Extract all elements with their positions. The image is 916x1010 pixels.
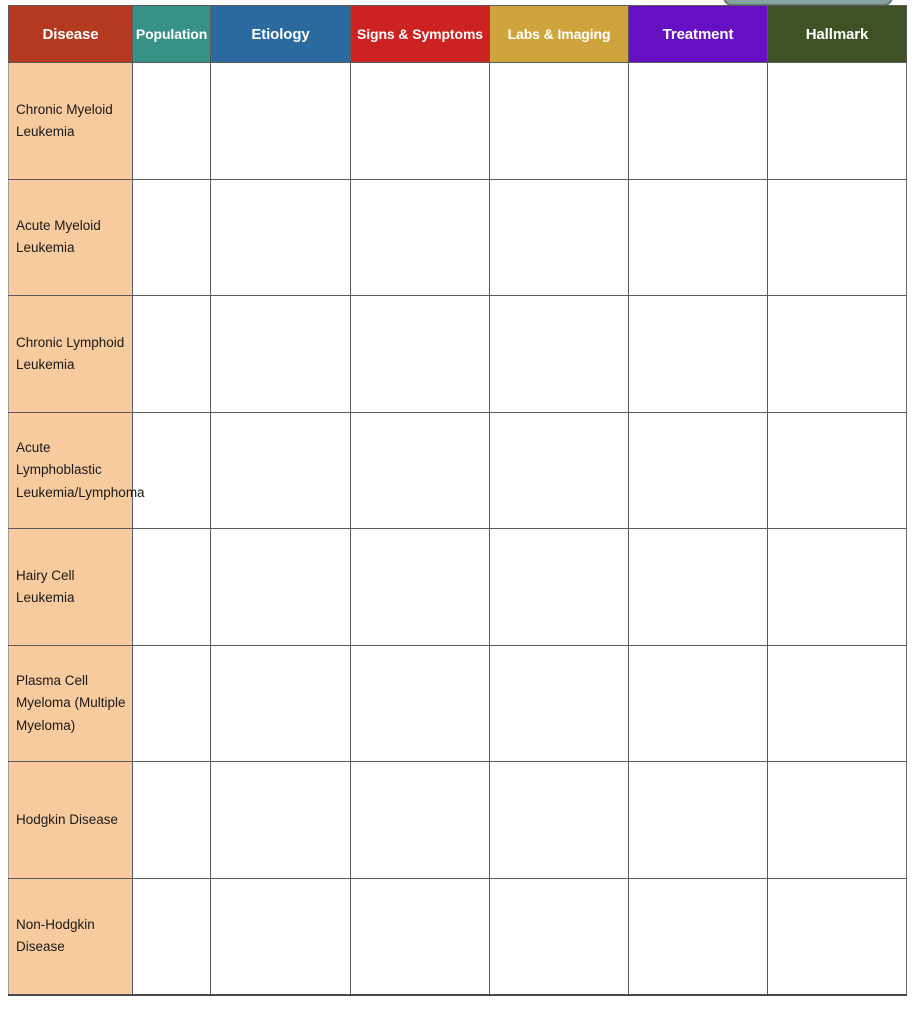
column-header-labs-imaging-label: Labs & Imaging (507, 26, 611, 42)
table-row: Chronic Lymphoid Leukemia (8, 295, 907, 413)
header-row: Disease Population Etiology Signs & Symp… (8, 5, 907, 63)
data-cell-signs_symptoms[interactable] (350, 761, 490, 879)
data-cell-population[interactable] (132, 528, 211, 646)
data-cell-labs_imaging[interactable] (489, 761, 629, 879)
data-cell-signs_symptoms[interactable] (350, 644, 490, 763)
table-header: Disease Population Etiology Signs & Symp… (8, 5, 907, 63)
data-cell-population[interactable] (132, 644, 211, 763)
data-cell-signs_symptoms[interactable] (350, 411, 490, 530)
table-row: Non-Hodgkin Disease (8, 877, 907, 996)
column-header-etiology-label: Etiology (251, 25, 310, 43)
row-label-cell-disease[interactable]: Chronic Lymphoid Leukemia (8, 295, 133, 413)
column-header-population[interactable]: Population (132, 5, 211, 63)
data-cell-treatment[interactable] (628, 528, 768, 646)
row-label-cell-disease[interactable]: Hairy Cell Leukemia (8, 528, 133, 646)
data-cell-etiology[interactable] (210, 411, 351, 530)
column-header-hallmark-label: Hallmark (805, 25, 869, 43)
row-label-cell-disease[interactable]: Chronic Myeloid Leukemia (8, 62, 133, 180)
data-cell-etiology[interactable] (210, 644, 351, 763)
row-label-cell-disease[interactable]: Non-Hodgkin Disease (8, 877, 133, 996)
data-cell-population[interactable] (132, 761, 211, 879)
data-cell-etiology[interactable] (210, 295, 351, 413)
table-row: Chronic Myeloid Leukemia (8, 62, 907, 180)
column-header-signs-symptoms-label: Signs & Symptoms (357, 26, 483, 42)
data-cell-treatment[interactable] (628, 761, 768, 879)
data-cell-labs_imaging[interactable] (489, 644, 629, 763)
column-header-signs-symptoms[interactable]: Signs & Symptoms (350, 5, 490, 63)
data-cell-treatment[interactable] (628, 178, 768, 297)
page-root: Disease Population Etiology Signs & Symp… (0, 0, 916, 1010)
data-cell-labs_imaging[interactable] (489, 178, 629, 297)
data-cell-hallmark[interactable] (767, 761, 907, 879)
table-row: Hairy Cell Leukemia (8, 528, 907, 646)
data-cell-hallmark[interactable] (767, 178, 907, 297)
row-label-cell-disease[interactable]: Acute Myeloid Leukemia (8, 178, 133, 297)
data-cell-hallmark[interactable] (767, 528, 907, 646)
column-header-population-label: Population (135, 26, 208, 42)
data-cell-treatment[interactable] (628, 62, 768, 180)
data-cell-treatment[interactable] (628, 411, 768, 530)
data-cell-labs_imaging[interactable] (489, 528, 629, 646)
data-cell-signs_symptoms[interactable] (350, 178, 490, 297)
data-cell-signs_symptoms[interactable] (350, 528, 490, 646)
data-cell-hallmark[interactable] (767, 877, 907, 996)
data-cell-etiology[interactable] (210, 62, 351, 180)
table-row: Hodgkin Disease (8, 761, 907, 879)
data-cell-labs_imaging[interactable] (489, 62, 629, 180)
data-cell-etiology[interactable] (210, 178, 351, 297)
data-cell-labs_imaging[interactable] (489, 877, 629, 996)
disease-comparison-table-container: Disease Population Etiology Signs & Symp… (8, 5, 907, 996)
table-body: Chronic Myeloid Leukemia Acute Myeloid Le… (8, 62, 907, 996)
data-cell-signs_symptoms[interactable] (350, 62, 490, 180)
data-cell-treatment[interactable] (628, 644, 768, 763)
data-cell-labs_imaging[interactable] (489, 411, 629, 530)
data-cell-population[interactable] (132, 62, 211, 180)
column-header-treatment-label: Treatment (662, 25, 734, 43)
column-header-treatment[interactable]: Treatment (628, 5, 768, 63)
data-cell-treatment[interactable] (628, 295, 768, 413)
data-cell-hallmark[interactable] (767, 295, 907, 413)
row-label-cell-disease[interactable]: Acute Lymphoblastic Leukemia/Lymphoma (8, 411, 145, 530)
data-cell-etiology[interactable] (210, 761, 351, 879)
table-row: Plasma Cell Myeloma (Multiple Myeloma) (8, 644, 907, 763)
data-cell-hallmark[interactable] (767, 411, 907, 530)
data-cell-hallmark[interactable] (767, 644, 907, 763)
data-cell-population[interactable] (132, 178, 211, 297)
data-cell-treatment[interactable] (628, 877, 768, 996)
data-cell-signs_symptoms[interactable] (350, 877, 490, 996)
data-cell-signs_symptoms[interactable] (350, 295, 490, 413)
row-label-cell-disease[interactable]: Hodgkin Disease (8, 761, 133, 879)
column-header-disease-label: Disease (42, 25, 99, 43)
column-header-etiology[interactable]: Etiology (210, 5, 351, 63)
column-header-disease[interactable]: Disease (8, 5, 133, 63)
data-cell-population[interactable] (132, 411, 211, 530)
row-label-cell-disease[interactable]: Plasma Cell Myeloma (Multiple Myeloma) (8, 644, 133, 763)
column-header-labs-imaging[interactable]: Labs & Imaging (489, 5, 629, 63)
table-row: Acute Lymphoblastic Leukemia/Lymphoma (8, 411, 907, 530)
disease-comparison-table: Disease Population Etiology Signs & Symp… (8, 5, 907, 996)
data-cell-etiology[interactable] (210, 528, 351, 646)
data-cell-population[interactable] (132, 877, 211, 996)
data-cell-labs_imaging[interactable] (489, 295, 629, 413)
data-cell-etiology[interactable] (210, 877, 351, 996)
data-cell-hallmark[interactable] (767, 62, 907, 180)
table-row: Acute Myeloid Leukemia (8, 178, 907, 297)
data-cell-population[interactable] (132, 295, 211, 413)
column-header-hallmark[interactable]: Hallmark (767, 5, 907, 63)
